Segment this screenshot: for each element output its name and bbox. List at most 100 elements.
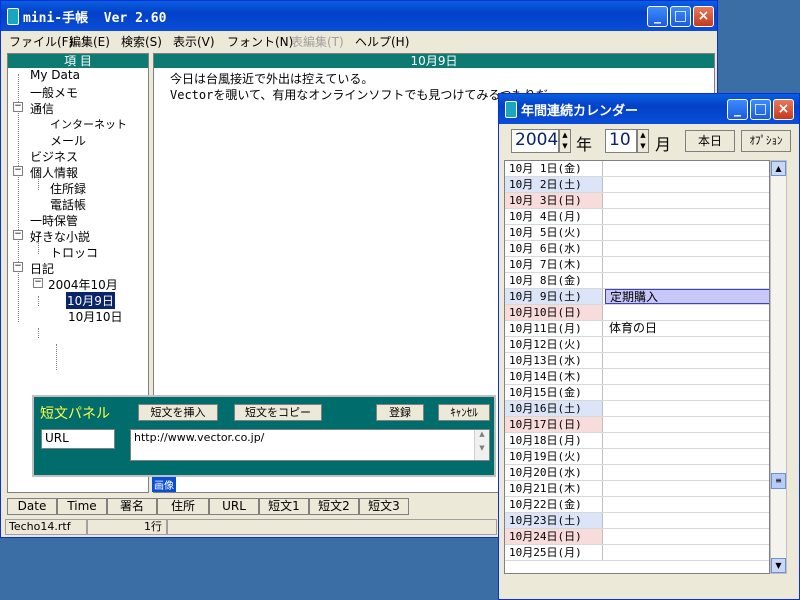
cal-close-button[interactable]: × bbox=[773, 99, 794, 120]
scroll-down-icon[interactable]: ▼ bbox=[771, 558, 786, 573]
calendar-row[interactable]: 10月14日(木) bbox=[505, 369, 769, 385]
tree-item-internet[interactable]: インターネット bbox=[50, 116, 127, 132]
collapse-icon[interactable]: − bbox=[13, 166, 23, 176]
cal-maximize-button[interactable]: □ bbox=[750, 99, 771, 120]
tree-item-phone-book[interactable]: 電話帳 bbox=[50, 196, 86, 213]
calendar-note[interactable] bbox=[605, 177, 769, 192]
calendar-row[interactable]: 10月 8日(金) bbox=[505, 273, 769, 289]
calendar-row[interactable]: 10月23日(土) bbox=[505, 513, 769, 529]
calendar-row[interactable]: 10月13日(水) bbox=[505, 353, 769, 369]
calendar-note[interactable] bbox=[605, 161, 769, 176]
tree-item-business[interactable]: ビジネス bbox=[30, 148, 78, 165]
calendar-row[interactable]: 10月24日(日) bbox=[505, 529, 769, 545]
calendar-row[interactable]: 10月10日(日) bbox=[505, 305, 769, 321]
calendar-note[interactable] bbox=[605, 465, 769, 480]
menu-help[interactable]: ヘルプ(H) bbox=[355, 33, 409, 50]
main-title-bar[interactable]: mini-手帳 Ver 2.60 _ □ × bbox=[1, 1, 717, 31]
scroll-up-icon[interactable]: ▲ bbox=[475, 430, 489, 438]
calendar-note[interactable] bbox=[605, 305, 769, 320]
short-text-field[interactable]: http://www.vector.co.jp/ ▲ ▼ bbox=[130, 429, 490, 461]
month-spinner[interactable]: ▲ ▼ bbox=[637, 129, 649, 153]
year-input[interactable]: 2004 bbox=[511, 129, 559, 153]
menu-font[interactable]: フォント(N) bbox=[227, 33, 293, 50]
menu-search[interactable]: 検索(S) bbox=[121, 33, 162, 50]
collapse-icon[interactable]: − bbox=[13, 262, 23, 272]
calendar-row[interactable]: 10月22日(金) bbox=[505, 497, 769, 513]
calendar-note[interactable]: 体育の日 bbox=[605, 321, 769, 336]
calendar-note[interactable] bbox=[605, 481, 769, 496]
calendar-note[interactable] bbox=[605, 385, 769, 400]
options-button[interactable]: ｵﾌﾟｼｮﾝ bbox=[741, 130, 791, 152]
maximize-button[interactable]: □ bbox=[670, 6, 691, 27]
tab-short3[interactable]: 短文3 bbox=[359, 498, 409, 515]
calendar-note[interactable] bbox=[605, 225, 769, 240]
tree-item-communication[interactable]: 通信 bbox=[30, 100, 54, 117]
calendar-row[interactable]: 10月 9日(土) 定期購入 bbox=[505, 289, 769, 305]
calendar-note[interactable] bbox=[605, 449, 769, 464]
calendar-row[interactable]: 10月25日(月) bbox=[505, 545, 769, 561]
calendar-list[interactable]: 10月 1日(金) 10月 2日(土) 10月 3日(日) 10月 4日(月) 10月 … bbox=[504, 160, 770, 574]
chevron-down-icon[interactable]: ▼ bbox=[638, 141, 648, 152]
calendar-note[interactable] bbox=[605, 337, 769, 352]
calendar-note[interactable] bbox=[605, 401, 769, 416]
tab-address[interactable]: 住所 bbox=[157, 498, 209, 515]
calendar-row[interactable]: 10月15日(金) bbox=[505, 385, 769, 401]
year-spinner[interactable]: ▲ ▼ bbox=[559, 129, 571, 153]
chevron-down-icon[interactable]: ▼ bbox=[560, 141, 570, 152]
menu-view[interactable]: 表示(V) bbox=[173, 33, 215, 50]
calendar-note[interactable] bbox=[605, 257, 769, 272]
tree-item-torokko[interactable]: トロッコ bbox=[50, 244, 98, 261]
calendar-row[interactable]: 10月21日(木) bbox=[505, 481, 769, 497]
calendar-row[interactable]: 10月 1日(金) bbox=[505, 161, 769, 177]
menu-edit[interactable]: 編集(E) bbox=[69, 33, 110, 50]
calendar-note[interactable] bbox=[605, 417, 769, 432]
tab-url[interactable]: URL bbox=[209, 498, 259, 515]
collapse-icon[interactable]: − bbox=[33, 278, 43, 288]
calendar-note[interactable] bbox=[605, 433, 769, 448]
calendar-row[interactable]: 10月11日(月) 体育の日 bbox=[505, 321, 769, 337]
tree-item-favorite-novels[interactable]: 好きな小説 bbox=[30, 228, 90, 245]
short-text-scrollbar[interactable]: ▲ ▼ bbox=[474, 430, 489, 460]
tree-item-address-book[interactable]: 住所録 bbox=[50, 180, 86, 197]
tab-time[interactable]: Time bbox=[57, 498, 107, 515]
calendar-title-bar[interactable]: 年間連続カレンダー _ □ × bbox=[499, 94, 799, 124]
calendar-note[interactable] bbox=[605, 193, 769, 208]
calendar-note[interactable] bbox=[605, 545, 769, 560]
tree-item-oct-9[interactable]: 10月9日 bbox=[66, 292, 115, 309]
chevron-up-icon[interactable]: ▲ bbox=[638, 130, 648, 141]
tree-item-mail[interactable]: メール bbox=[50, 132, 86, 149]
menu-table-edit[interactable]: 表編集(T) bbox=[291, 33, 344, 50]
insert-short-text-button[interactable]: 短文を挿入 bbox=[138, 404, 218, 421]
calendar-row[interactable]: 10月 3日(日) bbox=[505, 193, 769, 209]
calendar-row[interactable]: 10月 2日(土) bbox=[505, 177, 769, 193]
calendar-row[interactable]: 10月20日(水) bbox=[505, 465, 769, 481]
scroll-up-icon[interactable]: ▲ bbox=[771, 161, 786, 176]
register-button[interactable]: 登録 bbox=[376, 404, 424, 421]
cancel-button[interactable]: ｷｬﾝｾﾙ bbox=[438, 404, 490, 421]
document-line[interactable]: 今日は台風接近で外出は控えている。 bbox=[170, 70, 373, 87]
calendar-row[interactable]: 10月 7日(木) bbox=[505, 257, 769, 273]
today-button[interactable]: 本日 bbox=[685, 130, 735, 152]
collapse-icon[interactable]: − bbox=[13, 230, 23, 240]
calendar-note[interactable] bbox=[605, 241, 769, 256]
calendar-scrollbar[interactable]: ▲ ≡ ▼ bbox=[770, 160, 787, 574]
calendar-row[interactable]: 10月16日(土) bbox=[505, 401, 769, 417]
tree-item-temp-storage[interactable]: 一時保管 bbox=[30, 212, 78, 229]
calendar-row[interactable]: 10月18日(月) bbox=[505, 433, 769, 449]
chevron-up-icon[interactable]: ▲ bbox=[560, 130, 570, 141]
calendar-note[interactable] bbox=[605, 513, 769, 528]
scroll-down-icon[interactable]: ▼ bbox=[475, 444, 489, 452]
tab-signature[interactable]: 署名 bbox=[107, 498, 157, 515]
calendar-note[interactable] bbox=[605, 369, 769, 384]
calendar-row[interactable]: 10月 4日(月) bbox=[505, 209, 769, 225]
image-tab[interactable]: 画像 bbox=[152, 477, 176, 492]
short-name-field[interactable]: URL bbox=[41, 429, 115, 449]
calendar-note[interactable] bbox=[605, 353, 769, 368]
month-input[interactable]: 10 bbox=[605, 129, 637, 153]
cal-minimize-button[interactable]: _ bbox=[727, 99, 748, 120]
calendar-note[interactable] bbox=[605, 273, 769, 288]
calendar-row[interactable]: 10月 6日(水) bbox=[505, 241, 769, 257]
calendar-row[interactable]: 10月 5日(火) bbox=[505, 225, 769, 241]
tab-date[interactable]: Date bbox=[7, 498, 57, 515]
tree-item-general-memo[interactable]: 一般メモ bbox=[30, 84, 78, 101]
